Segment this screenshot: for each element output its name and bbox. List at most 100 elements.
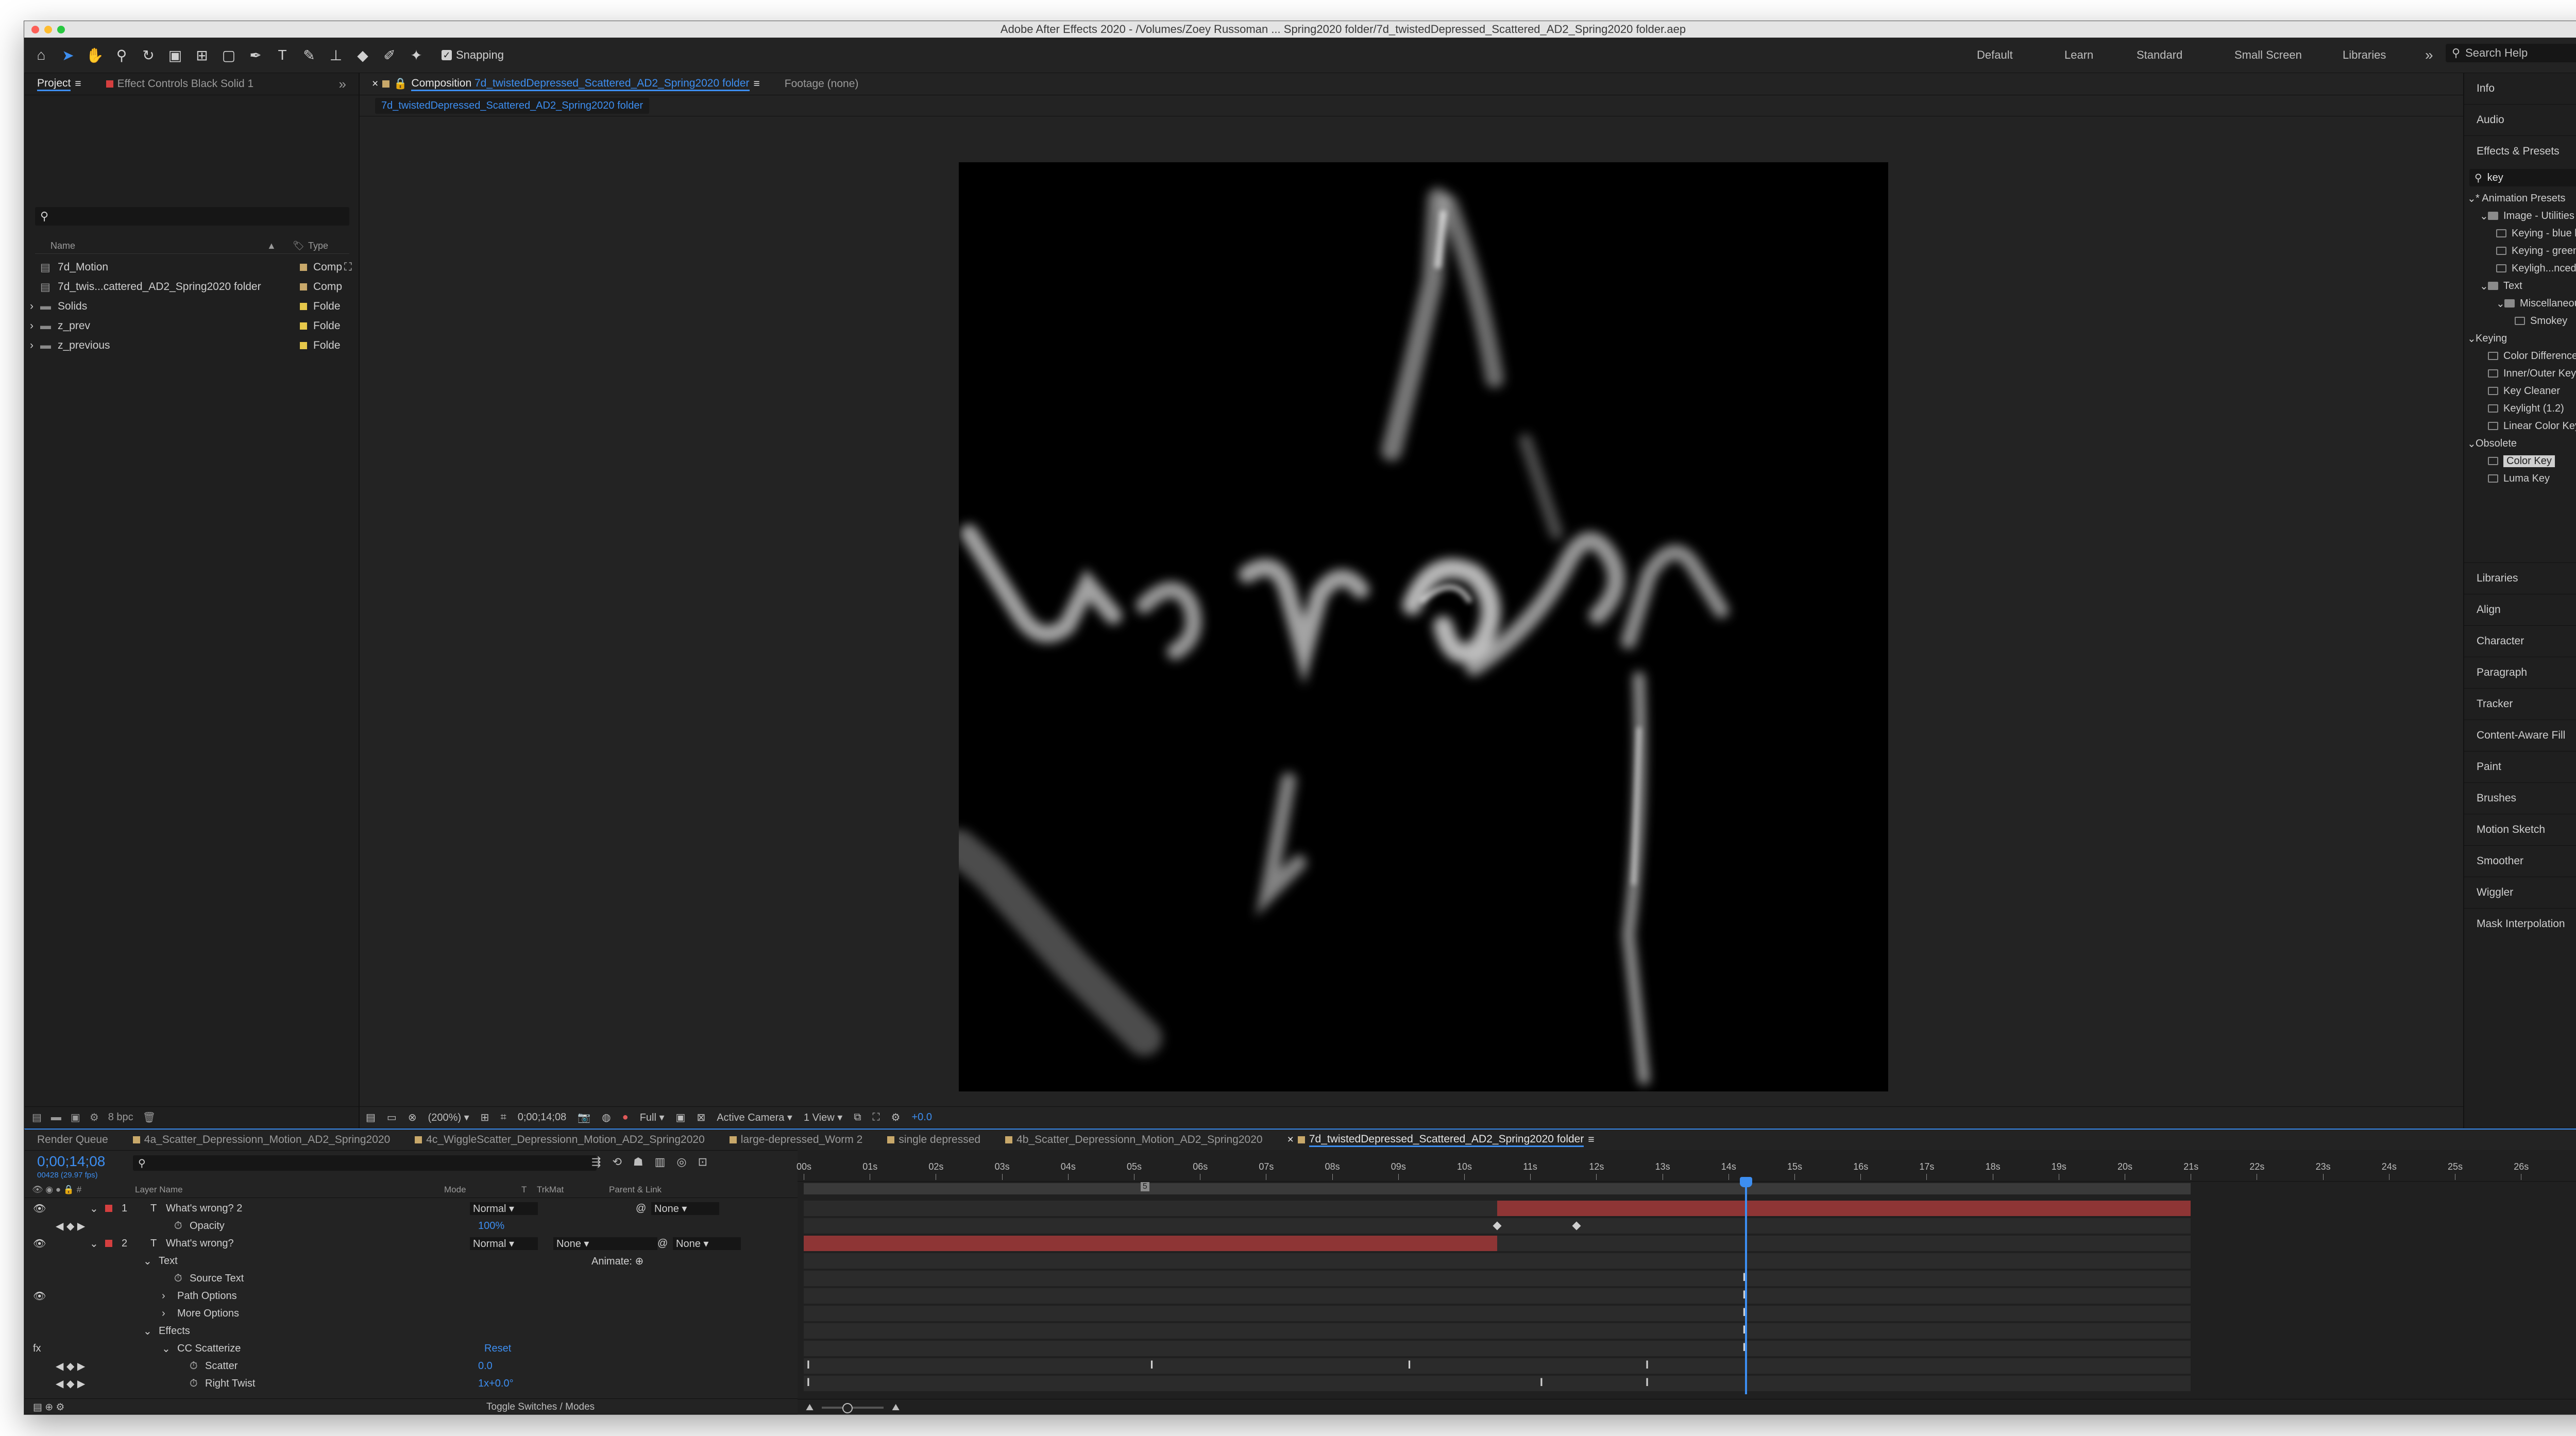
pen-icon[interactable]: ✒	[246, 45, 265, 65]
current-timecode[interactable]: 0;00;14;08	[37, 1153, 105, 1170]
scatter-keyframe[interactable]: I	[1150, 1358, 1153, 1372]
tree-item[interactable]: ⌄ Image - Utilities	[2467, 207, 2576, 225]
tab-effect-controls[interactable]: Effect Controls Black Solid 1	[94, 73, 266, 95]
zoom-in-icon[interactable]: ⛰	[892, 1402, 900, 1413]
scatter-keyframe[interactable]: I	[807, 1358, 810, 1372]
minimize-window-button[interactable]	[44, 26, 52, 33]
tree-item[interactable]: ⌄ Miscellaneous	[2467, 295, 2576, 312]
stopwatch-icon[interactable]: ⏱	[190, 1360, 205, 1372]
project-item[interactable]: › ▬ Solids Folde	[30, 297, 354, 316]
pickwhip-icon[interactable]: @	[657, 1238, 673, 1250]
panel-smoother[interactable]: Smoother	[2464, 845, 2576, 877]
twist-keyframe[interactable]: I	[1646, 1376, 1649, 1389]
region-of-interest-icon[interactable]: ⌗	[500, 1112, 506, 1123]
lock-icon[interactable]: 🔒	[394, 78, 407, 90]
tab-comp-active[interactable]: × 7d_twistedDepressed_Scattered_AD2_Sprin…	[1275, 1129, 1607, 1151]
bpc-label[interactable]: 8 bpc	[108, 1112, 133, 1123]
time-ruler[interactable]: 00s 01s 02s 03s 04s 05s 06s 07s 08s 09s 10s 11s 12s 1…	[796, 1160, 2576, 1182]
timeline-tracks[interactable]: 00s 01s 02s 03s 04s 05s 06s 07s 08s 09s 10s 11s 12s 1…	[796, 1150, 2576, 1414]
tree-item[interactable]: ⌄ Obsolete	[2467, 435, 2576, 452]
twist-keyframe[interactable]: I	[1540, 1376, 1543, 1389]
panel-brushes[interactable]: Brushes	[2464, 782, 2576, 814]
layer-row[interactable]: 👁 ⌄ 2 T What's wrong? Normal ▾ None ▾ @ …	[25, 1235, 798, 1252]
keyframe-nav-icon[interactable]: ◀ ◆ ▶	[56, 1360, 190, 1373]
trkmat-dropdown[interactable]: None ▾	[553, 1237, 657, 1250]
source-text-keyframe[interactable]: I	[1742, 1306, 1745, 1319]
tree-item[interactable]: Key Cleaner	[2467, 382, 2576, 400]
pickwhip-icon[interactable]: @	[636, 1203, 651, 1215]
motion-blur-icon[interactable]: ◎	[676, 1155, 686, 1169]
tab-comp[interactable]: 4a_Scatter_Depressionn_Motion_AD2_Spring…	[121, 1129, 402, 1151]
tree-item[interactable]: ⌄ Text	[2467, 277, 2576, 295]
selection-icon[interactable]: ➤	[58, 45, 78, 65]
sort-asc-icon[interactable]: ▲	[267, 241, 293, 251]
new-folder-icon[interactable]: ▬	[51, 1112, 61, 1123]
panel-overflow-icon[interactable]: »	[327, 73, 359, 95]
workspace-learn[interactable]: Learn	[2064, 38, 2093, 73]
tree-item[interactable]: ⌄ Keying	[2467, 330, 2576, 347]
tab-render-queue[interactable]: Render Queue	[25, 1129, 121, 1151]
property-row[interactable]: ◀ ◆ ▶ ⏱ Scatter 0.0	[25, 1357, 798, 1375]
exposure-value[interactable]: +0.0	[911, 1112, 931, 1123]
timeline-search-input[interactable]: ⚲	[133, 1155, 597, 1171]
viewer-timecode[interactable]: 0;00;14;08	[518, 1112, 567, 1123]
work-area-bar[interactable]: 5	[804, 1182, 2191, 1194]
source-text-keyframe[interactable]: I	[1742, 1323, 1745, 1337]
source-text-keyframe[interactable]: I	[1742, 1288, 1745, 1302]
stopwatch-icon[interactable]: ⏱	[174, 1220, 190, 1232]
column-layer-name[interactable]: Layer Name	[135, 1185, 444, 1195]
project-search-input[interactable]: ⚲	[35, 207, 349, 226]
tree-item[interactable]: Keylight (1.2)	[2467, 400, 2576, 417]
panel-content-aware-fill[interactable]: Content-Aware Fill	[2464, 720, 2576, 751]
group-row[interactable]: ⌄ Effects	[25, 1322, 798, 1340]
search-help-field[interactable]: ⚲ Search Help	[2446, 44, 2576, 62]
show-snapshot-icon[interactable]: ◍	[602, 1111, 611, 1124]
panel-wiggler[interactable]: Wiggler	[2464, 877, 2576, 908]
tree-item[interactable]: Keyligh...nced Spill Suppressor	[2467, 260, 2576, 277]
mask-visibility-icon[interactable]: ⊗	[408, 1111, 417, 1124]
tab-comp[interactable]: large-depressed_Worm 2	[717, 1129, 875, 1151]
views-dropdown[interactable]: 1 View ▾	[804, 1111, 842, 1124]
settings-icon[interactable]: ⚙	[90, 1111, 99, 1124]
close-window-button[interactable]	[31, 26, 39, 33]
breadcrumb[interactable]: 7d_twistedDepressed_Scattered_AD2_Spring…	[375, 97, 650, 114]
tree-item[interactable]: Luma Key	[2467, 470, 2576, 487]
keyframe-nav-icon[interactable]: ◀ ◆ ▶	[56, 1377, 190, 1390]
panel-audio[interactable]: Audio	[2464, 104, 2576, 135]
mode-dropdown[interactable]: Normal ▾	[470, 1237, 538, 1250]
property-value[interactable]: 1x+0.0°	[478, 1378, 514, 1390]
eye-icon[interactable]: 👁	[33, 1202, 90, 1215]
twist-keyframe[interactable]: I	[807, 1376, 810, 1389]
panel-tracker[interactable]: Tracker	[2464, 688, 2576, 720]
brush-icon[interactable]: ✎	[299, 45, 319, 65]
color-channel-icon[interactable]: ●	[622, 1112, 629, 1123]
new-comp-icon[interactable]: ▣	[71, 1111, 80, 1124]
type-icon[interactable]: T	[273, 45, 292, 65]
project-item[interactable]: ▤ 7d_Motion Comp ⛶	[30, 258, 354, 277]
toggle-switches-modes[interactable]: Toggle Switches / Modes	[486, 1401, 595, 1413]
property-row[interactable]: ◀ ◆ ▶ ⏱ Right Twist 1x+0.0°	[25, 1375, 798, 1392]
tab-comp[interactable]: 4b_Scatter_Depressionn_Motion_AD2_Spring…	[993, 1129, 1275, 1151]
mode-dropdown[interactable]: Normal ▾	[470, 1202, 538, 1215]
label-tag-icon[interactable]: 🏷	[293, 241, 308, 251]
draft-3d-icon[interactable]: ⟲	[612, 1155, 621, 1169]
effects-search-input[interactable]: ⚲ key ✕	[2469, 169, 2576, 186]
menu-icon[interactable]: ≡	[75, 78, 81, 90]
shy-icon[interactable]: ☗	[633, 1155, 643, 1169]
source-text-keyframe[interactable]: I	[1742, 1271, 1745, 1284]
property-value[interactable]: 100%	[478, 1220, 504, 1232]
graph-editor-icon[interactable]: ⊡	[698, 1155, 707, 1169]
chevron-down-icon[interactable]: ⌄	[90, 1202, 105, 1215]
flowchart-icon[interactable]: ⛶	[873, 1112, 880, 1123]
tree-item[interactable]: Keying - green blur	[2467, 242, 2576, 260]
rectangle-icon[interactable]: ▢	[219, 45, 239, 65]
menu-icon[interactable]: ≡	[1588, 1134, 1594, 1146]
footer-icons[interactable]: ▤ ⊕ ⚙	[33, 1401, 486, 1413]
menu-icon[interactable]: ≡	[754, 78, 760, 90]
property-row[interactable]: ◀ ◆ ▶ ⏱ Opacity 100%	[25, 1217, 798, 1235]
column-mode[interactable]: Mode	[444, 1185, 521, 1195]
layer-duration-bar[interactable]	[804, 1236, 1498, 1251]
zoom-slider-handle[interactable]	[842, 1403, 853, 1413]
chevron-down-icon[interactable]: ⌄	[143, 1325, 159, 1338]
interpret-footage-icon[interactable]: ▤	[32, 1111, 42, 1124]
